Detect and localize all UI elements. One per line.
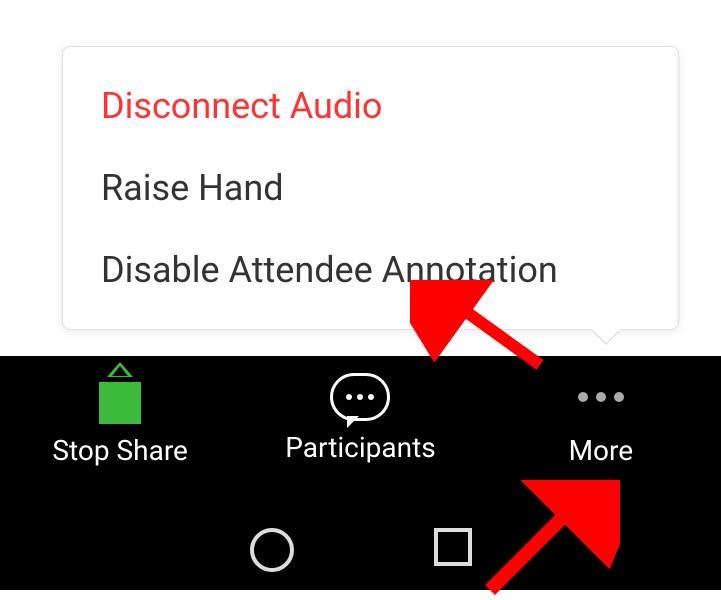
nav-recent-icon[interactable] (434, 528, 472, 566)
popup-item-disconnect-audio[interactable]: Disconnect Audio (63, 65, 678, 147)
more-options-popup: Disconnect Audio Raise Hand Disable Atte… (62, 46, 679, 330)
participants-icon (330, 373, 390, 421)
popup-tail (592, 329, 620, 343)
participants-button[interactable]: Participants (242, 373, 480, 464)
popup-item-raise-hand[interactable]: Raise Hand (63, 147, 678, 229)
participants-label: Participants (285, 431, 435, 464)
more-icon (578, 370, 624, 424)
stop-share-button[interactable]: Stop Share (1, 370, 239, 467)
more-label: More (569, 434, 634, 467)
stop-share-icon (93, 370, 147, 424)
android-nav-bar (0, 528, 721, 572)
meeting-toolbar: Stop Share Participants More (0, 356, 721, 590)
popup-item-disable-annotation[interactable]: Disable Attendee Annotation (63, 229, 678, 311)
nav-home-icon[interactable] (250, 528, 294, 572)
more-button[interactable]: More (482, 370, 720, 467)
stop-share-label: Stop Share (52, 434, 188, 467)
